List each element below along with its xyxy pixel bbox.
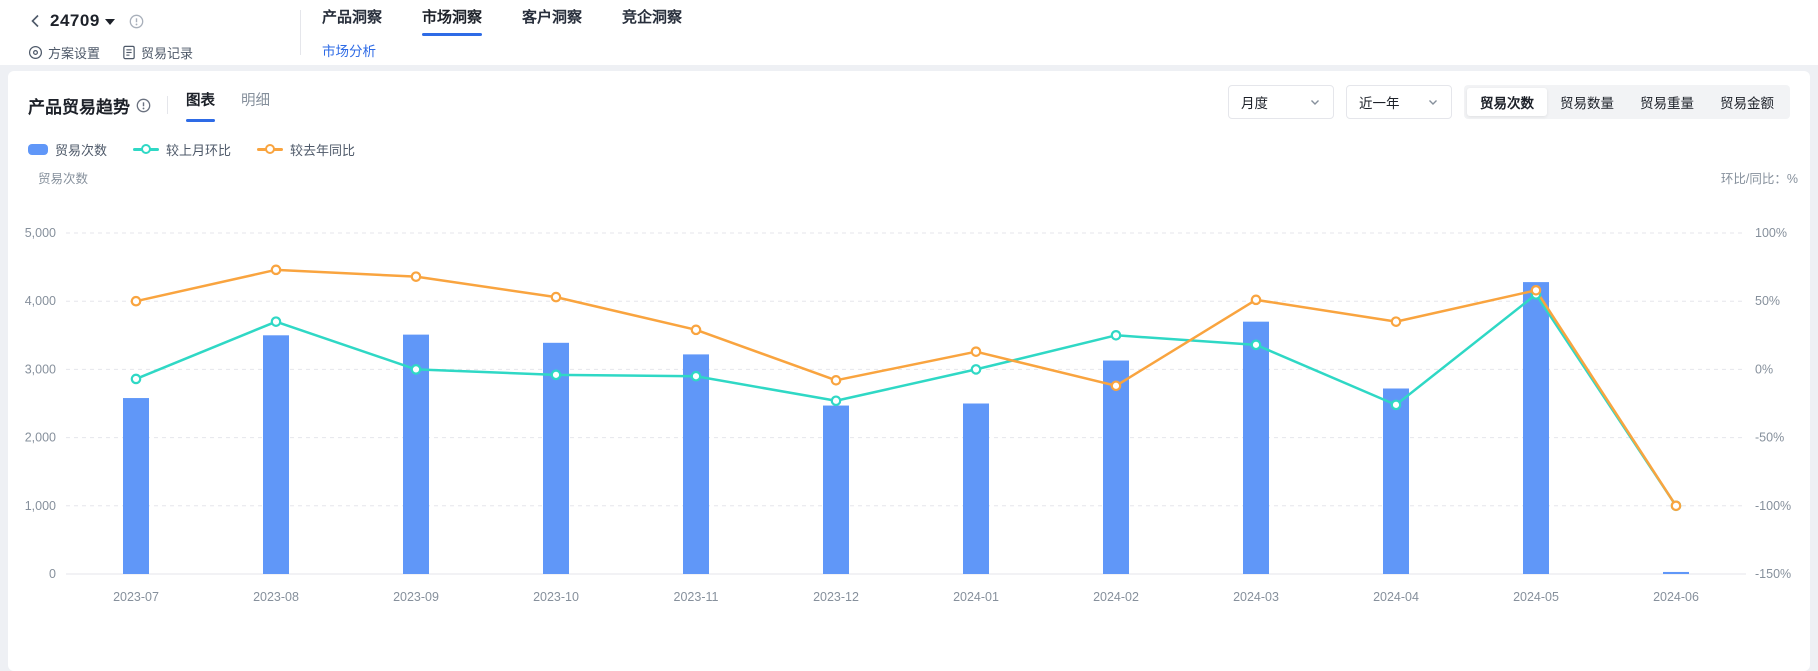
svg-text:50%: 50% xyxy=(1755,294,1780,308)
tab-customer-insight[interactable]: 客户洞察 xyxy=(522,6,582,36)
document-icon xyxy=(122,45,136,60)
chevron-down-icon xyxy=(1309,96,1321,108)
insight-tabs: 产品洞察 市场洞察 客户洞察 竞企洞察 xyxy=(322,6,682,36)
svg-text:2024-01: 2024-01 xyxy=(953,590,999,604)
chevron-down-icon xyxy=(1427,96,1439,108)
line-marker-icon xyxy=(133,144,159,154)
card-title: 产品贸易趋势 xyxy=(28,93,151,118)
svg-text:贸易次数: 贸易次数 xyxy=(38,171,89,186)
trend-chart-svg: 贸易次数 环比/同比：% 5,000 100% 4,000 50% 3,000 0% 2,000… xyxy=(8,161,1810,633)
svg-text:-100%: -100% xyxy=(1755,499,1791,513)
svg-text:2024-03: 2024-03 xyxy=(1233,590,1279,604)
tab-detail-view[interactable]: 明细 xyxy=(241,89,270,122)
metric-trade-weight-button[interactable]: 贸易重量 xyxy=(1627,88,1707,116)
svg-text:2023-11: 2023-11 xyxy=(674,590,719,604)
subnav-market-analysis[interactable]: 市场分析 xyxy=(322,40,376,60)
caret-down-icon[interactable] xyxy=(105,19,115,25)
metric-trade-count-button[interactable]: 贸易次数 xyxy=(1467,88,1547,116)
legend-trade-count[interactable]: 贸易次数 xyxy=(28,140,107,159)
svg-text:2023-10: 2023-10 xyxy=(533,590,579,604)
tab-chart-view[interactable]: 图表 xyxy=(186,89,215,122)
line-marker-icon xyxy=(257,144,283,154)
divider xyxy=(167,96,168,114)
svg-text:4,000: 4,000 xyxy=(25,294,56,308)
tab-competitor-insight[interactable]: 竞企洞察 xyxy=(622,6,682,36)
metric-segmented-control: 贸易次数 贸易数量 贸易重量 贸易金额 xyxy=(1464,85,1790,119)
svg-text:-150%: -150% xyxy=(1755,567,1791,581)
svg-text:2024-04: 2024-04 xyxy=(1373,590,1419,604)
header-divider xyxy=(300,10,301,55)
chart-canvas: 贸易次数 环比/同比：% 5,000 100% 4,000 50% 3,000 0% 2,000… xyxy=(8,161,1810,638)
tab-product-insight[interactable]: 产品洞察 xyxy=(322,6,382,36)
svg-text:2024-06: 2024-06 xyxy=(1653,590,1699,604)
target-gear-icon xyxy=(28,45,43,60)
metric-trade-quantity-button[interactable]: 贸易数量 xyxy=(1547,88,1627,116)
svg-text:100%: 100% xyxy=(1755,226,1787,240)
entity-id[interactable]: 24709 xyxy=(50,11,100,31)
svg-text:2024-02: 2024-02 xyxy=(1093,590,1139,604)
back-chevron-icon[interactable] xyxy=(28,13,44,29)
svg-text:环比/同比：%: 环比/同比：% xyxy=(1721,172,1798,186)
period-select[interactable]: 月度 xyxy=(1228,85,1334,119)
svg-text:5,000: 5,000 xyxy=(25,226,56,240)
scheme-settings-button[interactable]: 方案设置 xyxy=(28,43,100,62)
range-select[interactable]: 近一年 xyxy=(1346,85,1452,119)
svg-text:0%: 0% xyxy=(1755,362,1773,376)
legend-yoy-ratio[interactable]: 较去年同比 xyxy=(257,140,355,159)
svg-text:2023-07: 2023-07 xyxy=(113,590,159,604)
svg-text:3,000: 3,000 xyxy=(25,362,56,376)
svg-text:-50%: -50% xyxy=(1755,431,1784,445)
app-header: 24709 方案设置 贸易记录 产品洞察 市场洞察 客户洞察 竞企洞察 市场分析 xyxy=(0,0,1818,65)
trend-card: 产品贸易趋势 图表 明细 月度 近一年 贸易次数 贸易数量 贸易重量 贸易金额 xyxy=(8,71,1810,671)
svg-text:2,000: 2,000 xyxy=(25,431,56,445)
svg-text:2023-12: 2023-12 xyxy=(813,590,859,604)
view-tabs: 图表 明细 xyxy=(186,89,270,122)
info-icon[interactable] xyxy=(136,98,151,113)
bar-swatch-icon xyxy=(28,144,48,155)
svg-text:2024-05: 2024-05 xyxy=(1513,590,1559,604)
svg-text:2023-08: 2023-08 xyxy=(253,590,299,604)
svg-text:1,000: 1,000 xyxy=(25,499,56,513)
svg-text:2023-09: 2023-09 xyxy=(393,590,439,604)
metric-trade-amount-button[interactable]: 贸易金额 xyxy=(1707,88,1787,116)
chart-legend: 贸易次数 较上月环比 较去年同比 xyxy=(28,141,1810,157)
trade-records-button[interactable]: 贸易记录 xyxy=(122,43,193,62)
legend-mom-ratio[interactable]: 较上月环比 xyxy=(133,140,231,159)
svg-text:0: 0 xyxy=(49,567,56,581)
tab-market-insight[interactable]: 市场洞察 xyxy=(422,6,482,36)
info-icon[interactable] xyxy=(129,14,144,29)
